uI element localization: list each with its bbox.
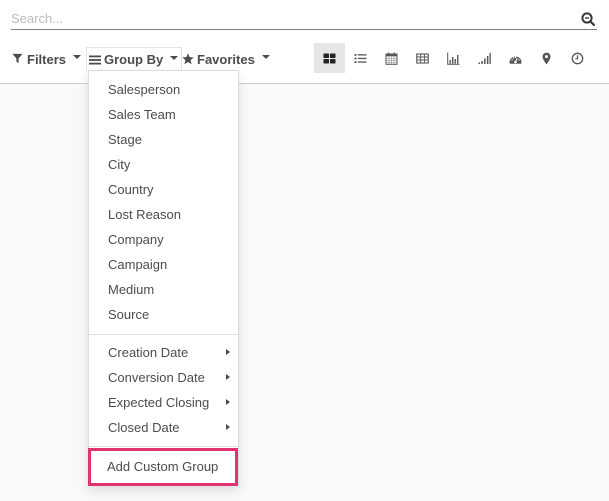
option-label: Expected Closing bbox=[108, 395, 210, 410]
caret-right-icon bbox=[226, 349, 230, 355]
groupby-option-source[interactable]: Source bbox=[89, 302, 238, 327]
option-label: Closed Date bbox=[108, 420, 180, 435]
groupby-option-campaign[interactable]: Campaign bbox=[89, 252, 238, 277]
clock-icon bbox=[571, 52, 584, 64]
table-icon bbox=[416, 52, 429, 64]
view-calendar-button[interactable] bbox=[376, 43, 407, 73]
filters-button[interactable]: Filters bbox=[12, 48, 82, 70]
group-by-label: Group By bbox=[104, 52, 164, 67]
bars-icon bbox=[89, 54, 101, 66]
groupby-option-lost-reason[interactable]: Lost Reason bbox=[89, 202, 238, 227]
bar-chart-icon bbox=[447, 52, 460, 65]
group-by-button[interactable]: Group By bbox=[86, 47, 182, 71]
filters-label: Filters bbox=[27, 51, 67, 67]
caret-right-icon bbox=[226, 374, 230, 380]
view-cohort-button[interactable] bbox=[469, 43, 500, 73]
caret-down-icon bbox=[170, 55, 179, 60]
add-custom-group-button[interactable]: Add Custom Group bbox=[88, 448, 238, 486]
groupby-option-company[interactable]: Company bbox=[89, 227, 238, 252]
kanban-icon bbox=[323, 53, 336, 63]
favorites-button[interactable]: Favorites bbox=[182, 48, 270, 70]
caret-right-icon bbox=[226, 399, 230, 405]
groupby-option-expected-closing[interactable]: Expected Closing bbox=[89, 390, 238, 415]
search-icon[interactable] bbox=[581, 12, 596, 27]
menu-divider bbox=[89, 446, 238, 447]
caret-down-icon bbox=[73, 55, 82, 59]
caret-right-icon bbox=[226, 424, 230, 430]
filter-icon bbox=[12, 53, 24, 65]
view-activity-button[interactable] bbox=[562, 43, 593, 73]
groupby-option-salesperson[interactable]: Salesperson bbox=[89, 77, 238, 102]
favorites-label: Favorites bbox=[197, 51, 255, 67]
group-by-dropdown: Salesperson Sales Team Stage City Countr… bbox=[88, 70, 239, 486]
view-dashboard-button[interactable] bbox=[500, 43, 531, 73]
groupby-option-sales-team[interactable]: Sales Team bbox=[89, 102, 238, 127]
star-icon bbox=[182, 53, 194, 65]
view-pivot-button[interactable] bbox=[407, 43, 438, 73]
view-kanban-button[interactable] bbox=[314, 43, 345, 73]
groupby-option-stage[interactable]: Stage bbox=[89, 127, 238, 152]
groupby-option-conversion-date[interactable]: Conversion Date bbox=[89, 365, 238, 390]
groupby-option-country[interactable]: Country bbox=[89, 177, 238, 202]
signal-icon bbox=[478, 52, 491, 64]
view-list-button[interactable] bbox=[345, 43, 376, 73]
calendar-icon bbox=[385, 52, 398, 65]
groupby-option-creation-date[interactable]: Creation Date bbox=[89, 340, 238, 365]
groupby-option-city[interactable]: City bbox=[89, 152, 238, 177]
list-icon bbox=[354, 53, 367, 63]
search-bar bbox=[11, 8, 597, 30]
map-marker-icon bbox=[542, 52, 551, 64]
view-graph-button[interactable] bbox=[438, 43, 469, 73]
menu-divider bbox=[89, 334, 238, 335]
option-label: Creation Date bbox=[108, 345, 189, 360]
caret-down-icon bbox=[261, 55, 270, 59]
option-label: Conversion Date bbox=[108, 370, 205, 385]
dashboard-icon bbox=[509, 56, 522, 64]
view-map-button[interactable] bbox=[531, 43, 562, 73]
groupby-option-medium[interactable]: Medium bbox=[89, 277, 238, 302]
groupby-option-closed-date[interactable]: Closed Date bbox=[89, 415, 238, 440]
search-input[interactable] bbox=[11, 8, 571, 29]
view-switcher bbox=[314, 43, 593, 73]
